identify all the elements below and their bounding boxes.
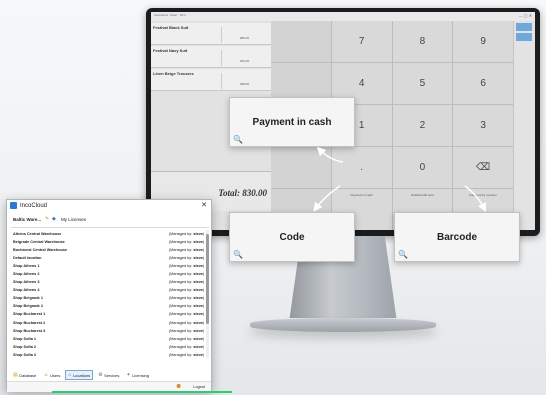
arrow-to-code — [313, 185, 341, 212]
users-icon: ☺ — [43, 372, 49, 378]
locations-list: Athens Central Warehouse (Managed by: ste… — [11, 230, 209, 368]
location-row[interactable]: Default location (Managed by: steve) — [11, 254, 209, 262]
location-row[interactable]: Shop Belgrade 1 (Managed by: steve) — [11, 295, 209, 303]
location-manager: (Managed by: steve) — [169, 288, 205, 293]
location-row[interactable]: Shop Athens 2 (Managed by: steve) — [11, 270, 209, 278]
tab-users[interactable]: ☺ Users — [41, 371, 62, 379]
location-name: Shop Bucharest 1 — [13, 312, 46, 317]
location-name: Shop Athens 4 — [13, 288, 40, 293]
location-row[interactable]: Athens Central Warehouse (Managed by: ste… — [11, 230, 209, 238]
list-scrollbar[interactable] — [206, 230, 209, 358]
tab-licensing[interactable]: ✦ Licensing — [124, 371, 151, 379]
locations-icon: ⌂ — [68, 372, 72, 378]
incocloud-logo-icon — [10, 202, 17, 209]
location-row[interactable]: Shop Sofia 3 (Managed by: steve) — [11, 351, 209, 359]
location-name: Shop Sofia 3 — [13, 352, 36, 357]
location-manager: (Managed by: steve) — [169, 312, 205, 317]
location-row[interactable]: Shop Sofia 1 (Managed by: steve) — [11, 335, 209, 343]
location-row[interactable]: Bucharest Central Warehouse (Managed by: … — [11, 246, 209, 254]
location-row[interactable]: Shop Athens 3 (Managed by: steve) — [11, 279, 209, 287]
my-licenses-link[interactable]: My Licenses — [61, 217, 86, 222]
location-name: Shop Belgrade 2 — [13, 304, 43, 309]
licenses-icon[interactable]: ◆ — [52, 216, 56, 222]
dialog-toolbar: Baltic Ware... ✎ ◆ My Licenses — [11, 214, 209, 228]
location-name: Shop Sofia 2 — [13, 344, 36, 349]
tab-database[interactable]: ▤ Database — [11, 371, 38, 379]
logout-button[interactable]: Logout — [193, 385, 205, 389]
location-row[interactable]: Shop Bucharest 2 (Managed by: steve) — [11, 319, 209, 327]
location-row[interactable]: Shop Belgrade 2 (Managed by: steve) — [11, 303, 209, 311]
tab-label: Licensing — [132, 372, 150, 378]
location-manager: (Managed by: steve) — [169, 255, 205, 260]
incocloud-window: IncoCloud ✕ Baltic Ware... ✎ ◆ My Licens… — [6, 199, 212, 392]
location-manager: (Managed by: steve) — [169, 239, 205, 244]
location-row[interactable]: Belgrade Central Warehouse (Managed by: s… — [11, 238, 209, 246]
location-name: Bucharest Central Warehouse — [13, 247, 68, 252]
location-name: Shop Belgrade 1 — [13, 296, 43, 301]
tab-locations[interactable]: ⌂ Locations — [65, 370, 94, 380]
tab-label: Services — [104, 372, 120, 378]
location-name: Shop Bucharest 2 — [13, 320, 46, 325]
location-row[interactable]: Shop Bucharest 3 (Managed by: steve) — [11, 327, 209, 335]
arrow-to-cash — [316, 146, 344, 163]
location-manager: (Managed by: steve) — [169, 263, 205, 268]
location-row[interactable]: Shop Sofia 2 (Managed by: steve) — [11, 343, 209, 351]
location-name: Shop Athens 2 — [13, 271, 40, 276]
location-name: Shop Sofia 1 — [13, 336, 36, 341]
edit-pencil-icon[interactable]: ✎ — [45, 216, 49, 222]
accent-line — [52, 391, 232, 393]
location-row[interactable]: Shop Athens 4 (Managed by: steve) — [11, 287, 209, 295]
licensing-icon: ✦ — [126, 372, 131, 378]
location-name: Shop Bucharest 3 — [13, 328, 46, 333]
tab-label: Users — [49, 372, 61, 378]
location-manager: (Managed by: steve) — [169, 271, 205, 276]
location-manager: (Managed by: steve) — [169, 280, 205, 285]
location-name: Shop Athens 1 — [13, 263, 40, 268]
database-icon: ▤ — [13, 372, 18, 378]
location-name: Default location — [13, 255, 42, 260]
tab-label: Locations — [72, 372, 91, 378]
scrollbar-thumb[interactable] — [206, 234, 209, 324]
services-icon: ⚙ — [98, 372, 103, 378]
location-manager: (Managed by: steve) — [169, 328, 205, 333]
location-name: Shop Athens 3 — [13, 280, 40, 285]
location-row[interactable]: Shop Bucharest 1 (Managed by: steve) — [11, 311, 209, 319]
close-icon[interactable]: ✕ — [201, 201, 207, 209]
location-manager: (Managed by: steve) — [169, 320, 205, 325]
location-manager: (Managed by: steve) — [169, 247, 205, 252]
user-avatar-icon: ☻ — [175, 383, 183, 390]
window-titlebar: IncoCloud ✕ — [7, 200, 211, 212]
location-manager: (Managed by: steve) — [169, 231, 205, 236]
location-manager: (Managed by: steve) — [169, 344, 205, 349]
tab-services[interactable]: ⚙ Services — [96, 371, 121, 379]
company-dropdown[interactable]: Baltic Ware... — [13, 217, 41, 222]
window-title: IncoCloud — [20, 203, 48, 209]
dialog-tabs: ▤ Database ☺ Users ⌂ Locations ⚙ Services ✦ Licen… — [11, 370, 209, 380]
location-manager: (Managed by: steve) — [169, 304, 205, 309]
location-manager: (Managed by: steve) — [169, 336, 205, 341]
location-name: Belgrade Central Warehouse — [13, 239, 65, 244]
location-row[interactable]: Shop Athens 1 (Managed by: steve) — [11, 262, 209, 270]
location-manager: (Managed by: steve) — [169, 296, 205, 301]
tab-label: Database — [19, 372, 37, 378]
location-name: Athens Central Warehouse — [13, 231, 62, 236]
arrow-to-barcode — [464, 185, 487, 213]
location-manager: (Managed by: steve) — [169, 352, 205, 357]
